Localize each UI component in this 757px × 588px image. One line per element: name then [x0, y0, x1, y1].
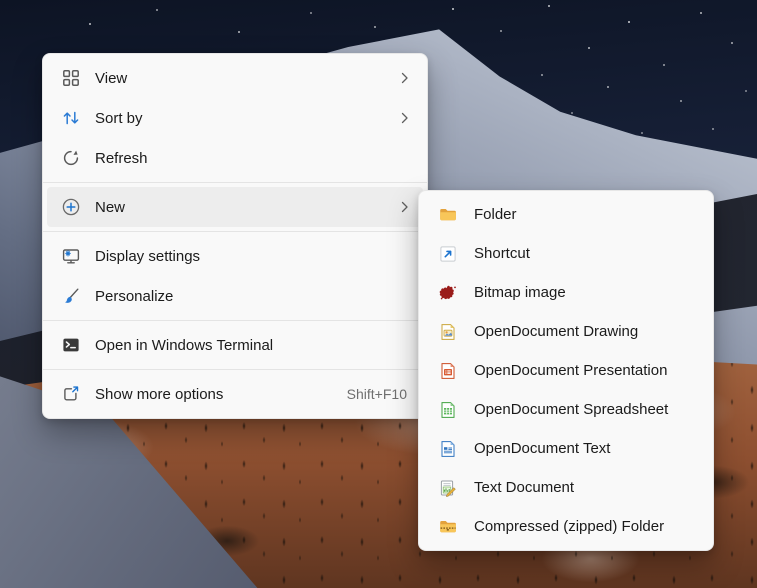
menu-item-label: Open in Windows Terminal	[95, 336, 274, 354]
opendocument-spreadsheet-icon	[438, 400, 458, 420]
paintbrush-icon	[61, 286, 81, 306]
menu-item-show-more-options[interactable]: Show more options Shift+F10	[47, 374, 423, 414]
menu-item-sort-by[interactable]: Sort by	[47, 98, 423, 138]
submenu-item-label: OpenDocument Spreadsheet	[474, 401, 669, 418]
chevron-right-icon	[397, 70, 413, 86]
opendocument-presentation-icon	[438, 361, 458, 381]
submenu-item-label: Compressed (zipped) Folder	[474, 518, 665, 535]
folder-icon	[438, 205, 458, 225]
text-document-icon	[438, 478, 458, 498]
new-plus-circle-icon	[61, 197, 81, 217]
stars	[0, 0, 2, 2]
submenu-item-bitmap-image[interactable]: Bitmap image	[423, 273, 709, 312]
submenu-item-label: OpenDocument Presentation	[474, 362, 668, 379]
menu-item-personalize[interactable]: Personalize	[47, 276, 423, 316]
bitmap-splat-icon	[438, 283, 458, 303]
submenu-item-opendocument-presentation[interactable]: OpenDocument Presentation	[423, 351, 709, 390]
submenu-item-label: Shortcut	[474, 245, 530, 262]
submenu-item-opendocument-text[interactable]: OpenDocument Text	[423, 429, 709, 468]
menu-item-label: Sort by	[95, 109, 143, 127]
menu-item-label: Display settings	[95, 247, 201, 265]
menu-item-display-settings[interactable]: Display settings	[47, 236, 423, 276]
shortcut-arrow-icon	[438, 244, 458, 264]
submenu-item-opendocument-drawing[interactable]: OpenDocument Drawing	[423, 312, 709, 351]
show-more-options-icon	[61, 384, 81, 404]
opendocument-text-icon	[438, 439, 458, 459]
desktop-context-menu: View Sort by Refresh New Display setting…	[42, 53, 428, 419]
submenu-item-compressed-zipped-folder[interactable]: Compressed (zipped) Folder	[423, 507, 709, 546]
menu-item-view[interactable]: View	[47, 58, 423, 98]
menu-separator	[43, 369, 427, 370]
submenu-item-label: Text Document	[474, 479, 575, 496]
chevron-right-icon	[397, 199, 413, 215]
menu-item-label: Show more options	[95, 385, 224, 403]
submenu-item-shortcut[interactable]: Shortcut	[423, 234, 709, 273]
refresh-icon	[61, 148, 81, 168]
menu-item-label: New	[95, 198, 126, 216]
submenu-item-text-document[interactable]: Text Document	[423, 468, 709, 507]
view-grid-icon	[61, 68, 81, 88]
submenu-item-opendocument-spreadsheet[interactable]: OpenDocument Spreadsheet	[423, 390, 709, 429]
windows-terminal-icon	[61, 335, 81, 355]
menu-item-label: View	[95, 69, 128, 87]
new-submenu: Folder Shortcut Bitmap image OpenDocumen…	[418, 190, 714, 551]
menu-item-shortcut: Shift+F10	[346, 386, 407, 402]
menu-item-open-in-windows-terminal[interactable]: Open in Windows Terminal	[47, 325, 423, 365]
menu-item-label: Refresh	[95, 149, 148, 167]
submenu-item-folder[interactable]: Folder	[423, 195, 709, 234]
sort-arrows-icon	[61, 108, 81, 128]
menu-item-refresh[interactable]: Refresh	[47, 138, 423, 178]
submenu-item-label: OpenDocument Text	[474, 440, 611, 457]
menu-item-new[interactable]: New	[47, 187, 423, 227]
compressed-zip-folder-icon	[438, 517, 458, 537]
submenu-item-label: Folder	[474, 206, 517, 223]
chevron-right-icon	[397, 110, 413, 126]
display-settings-icon	[61, 246, 81, 266]
submenu-item-label: OpenDocument Drawing	[474, 323, 639, 340]
submenu-item-label: Bitmap image	[474, 284, 566, 301]
menu-separator	[43, 231, 427, 232]
menu-separator	[43, 320, 427, 321]
menu-separator	[43, 182, 427, 183]
opendocument-drawing-icon	[438, 322, 458, 342]
menu-item-label: Personalize	[95, 287, 174, 305]
